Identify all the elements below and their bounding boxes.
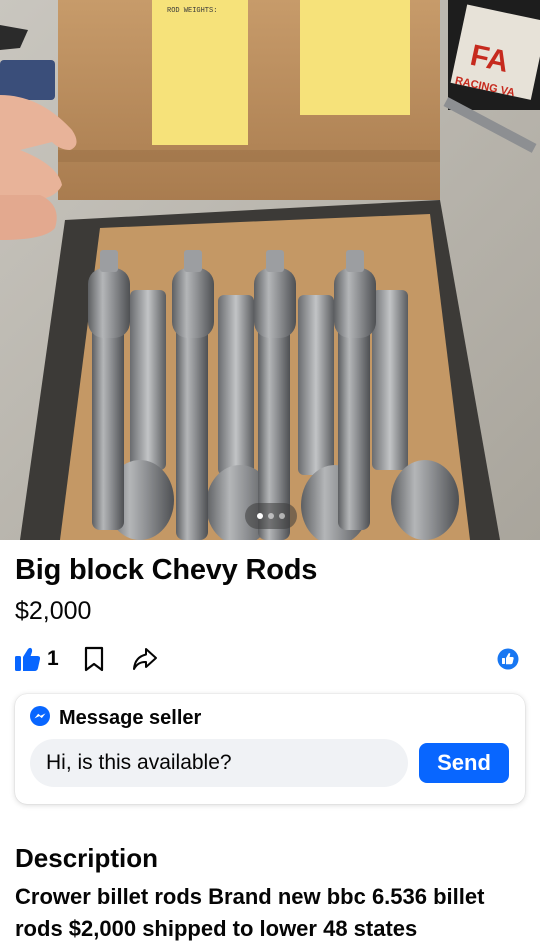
action-row: 1 — [15, 644, 158, 674]
like-button[interactable]: 1 — [15, 647, 59, 671]
photo-pagination[interactable] — [245, 503, 297, 529]
like-reaction-icon — [497, 648, 519, 675]
share-arrow-icon[interactable] — [132, 647, 158, 671]
send-button[interactable]: Send — [419, 743, 509, 783]
description-body: Crower billet rods Brand new bbc 6.536 b… — [15, 884, 485, 941]
thumbs-up-icon — [15, 647, 41, 671]
message-seller-title: Message seller — [59, 707, 202, 729]
message-seller-card: Message seller Hi, is this available? Se… — [15, 694, 525, 804]
rod-weights-heading: ROD WEIGHTS: — [167, 7, 217, 15]
messenger-icon — [30, 706, 50, 731]
pagination-dot[interactable] — [279, 513, 285, 519]
pagination-dot[interactable] — [268, 513, 274, 519]
listing-title: Big block Chevy Rods — [15, 554, 318, 586]
listing-photo[interactable]: FA RACING VA ROD WEIGHTS: — [0, 0, 540, 540]
like-count: 1 — [47, 647, 59, 670]
engine-rods-photo: FA RACING VA ROD WEIGHTS: — [0, 0, 540, 540]
marketplace-listing-page: FA RACING VA ROD WEIGHTS: Big block Chev… — [0, 0, 540, 943]
message-seller-header: Message seller — [30, 706, 201, 731]
description-heading: Description — [15, 843, 159, 873]
listing-price: $2,000 — [15, 597, 92, 625]
pagination-dot[interactable] — [257, 513, 263, 519]
message-input[interactable]: Hi, is this available? — [30, 739, 408, 787]
connecting-rods — [88, 250, 459, 540]
bookmark-icon[interactable] — [84, 646, 104, 672]
